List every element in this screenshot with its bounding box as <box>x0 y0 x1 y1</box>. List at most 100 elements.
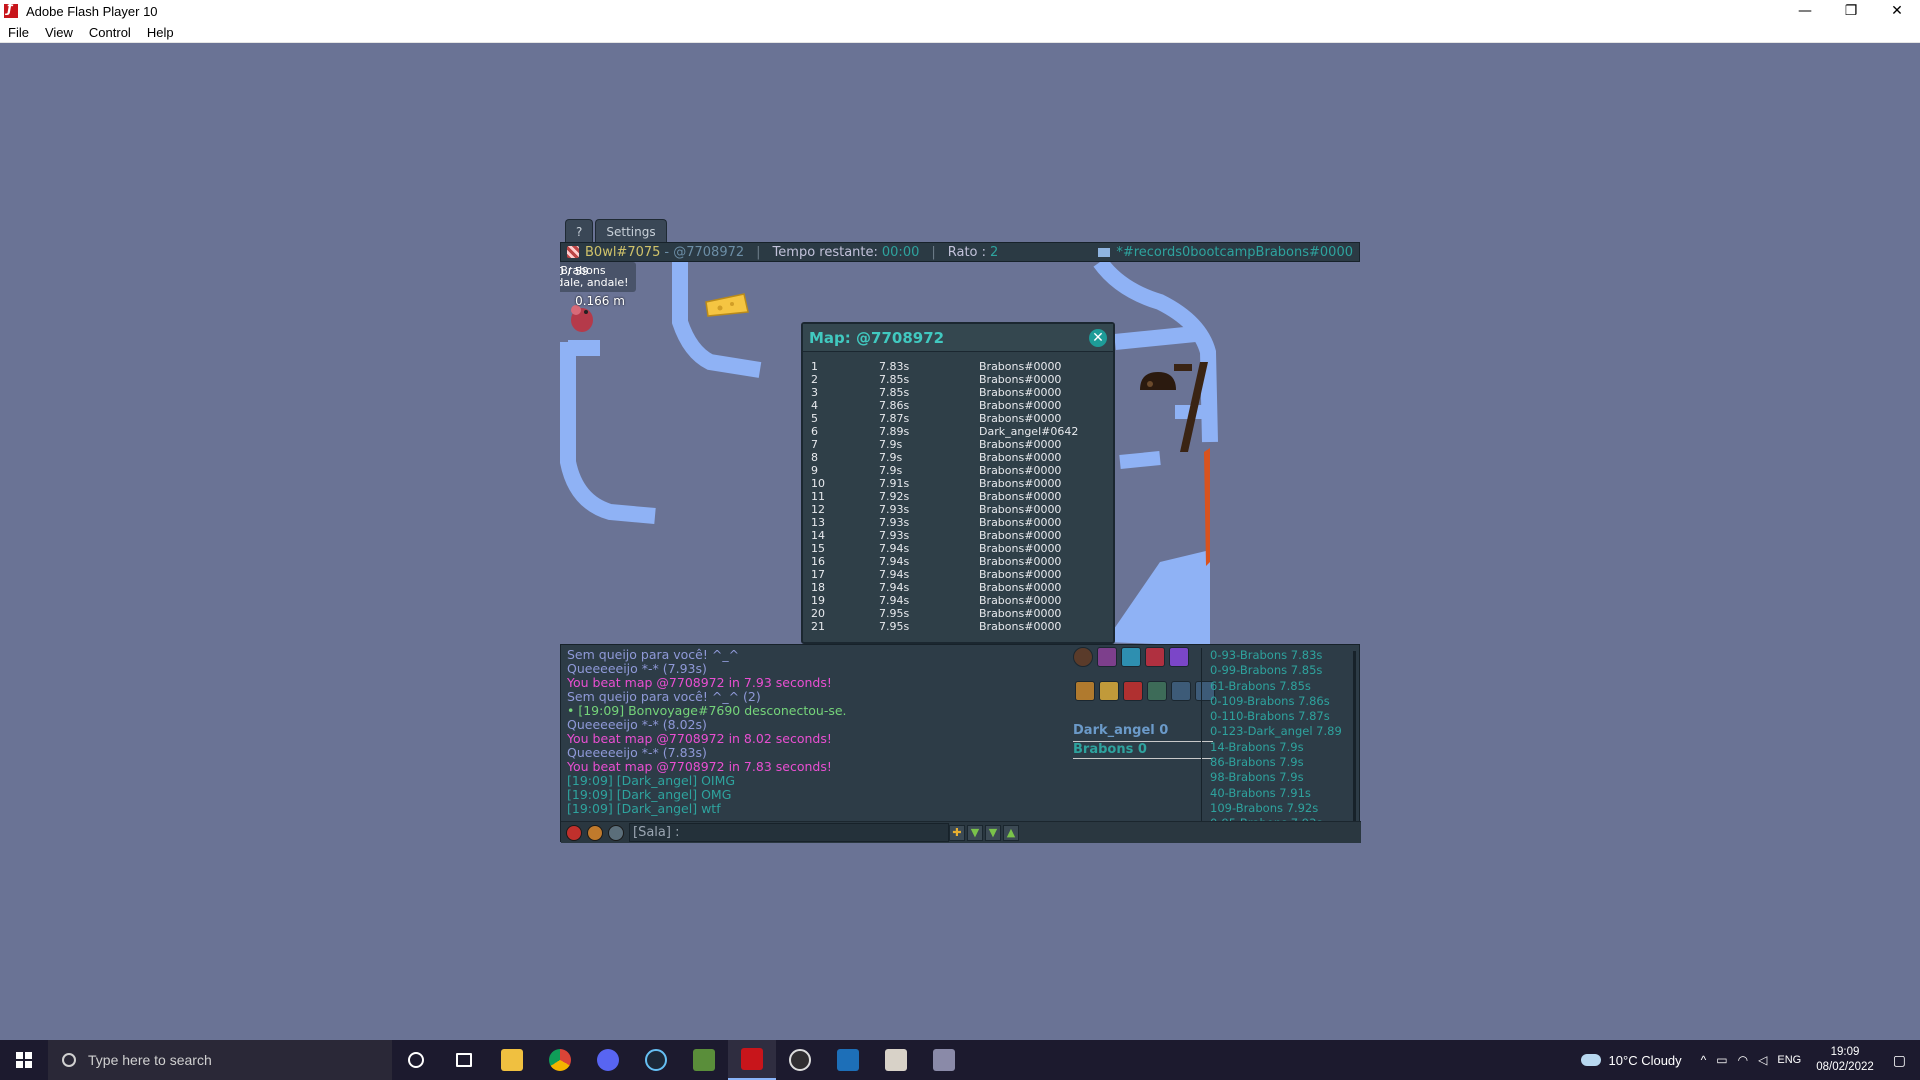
close-records-button[interactable]: ✕ <box>1089 329 1107 347</box>
vegas-button[interactable] <box>824 1040 872 1080</box>
language-indicator[interactable]: ENG <box>1777 1054 1801 1066</box>
game-app-icon <box>933 1049 955 1071</box>
window-title: Adobe Flash Player 10 <box>26 3 158 19</box>
task-view-button[interactable] <box>440 1040 488 1080</box>
notifications-icon[interactable]: ▢ <box>1893 1052 1906 1069</box>
rank-entry[interactable]: 0-110-Brabons 7.87s <box>1210 709 1351 724</box>
move-up-button[interactable]: ▲ <box>1003 825 1019 841</box>
rank-entry[interactable]: 0-123-Dark_angel 7.89 <box>1210 724 1351 739</box>
records-player: Brabons#0000 <box>979 594 1062 607</box>
records-row: 19 7.94s Brabons#0000 <box>811 594 1111 607</box>
rank-entry[interactable]: 86-Brabons 7.9s <box>1210 755 1351 770</box>
rank-entry[interactable]: 0-109-Brabons 7.86s <box>1210 694 1351 709</box>
taskbar-search[interactable]: Type here to search <box>48 1040 392 1080</box>
chat-message: Queeeeeijo *-* (7.83s) <box>567 745 707 760</box>
drop-icon[interactable] <box>1121 647 1141 667</box>
menu-help[interactable]: Help <box>139 25 182 40</box>
room-name[interactable]: *#records0bootcampBrabons#0000 <box>1098 245 1353 260</box>
records-time: 7.93s <box>879 529 910 542</box>
menu-view[interactable]: View <box>37 25 81 40</box>
menu-file[interactable]: File <box>0 25 37 40</box>
profile-icon[interactable] <box>1123 681 1143 701</box>
plus-button[interactable]: ✚ <box>949 825 965 841</box>
obs-button[interactable] <box>776 1040 824 1080</box>
records-player: Brabons#0000 <box>979 542 1062 555</box>
heart-icon[interactable] <box>1145 647 1165 667</box>
discord-icon[interactable] <box>1171 681 1191 701</box>
chat-icon[interactable] <box>1147 681 1167 701</box>
start-button[interactable] <box>0 1040 48 1080</box>
records-player: Brabons#0000 <box>979 451 1062 464</box>
time-value: 00:00 <box>881 244 920 260</box>
chat-message: You beat map @7708972 in 8.02 seconds! <box>567 731 832 746</box>
close-window-button[interactable]: ✕ <box>1874 0 1920 22</box>
app-button[interactable] <box>872 1040 920 1080</box>
records-time: 7.95s <box>879 607 910 620</box>
records-row: 11 7.92s Brabons#0000 <box>811 490 1111 503</box>
records-rank: 8 <box>811 451 818 464</box>
minecraft-icon <box>693 1049 715 1071</box>
records-player: Brabons#0000 <box>979 568 1062 581</box>
potion-icon[interactable] <box>1097 647 1117 667</box>
file-explorer-button[interactable] <box>488 1040 536 1080</box>
house-circle-icon[interactable] <box>608 824 624 841</box>
crystal-icon[interactable] <box>1169 647 1189 667</box>
clock[interactable]: 19:09 08/02/2022 <box>1816 1045 1874 1075</box>
cortana-button[interactable] <box>392 1040 440 1080</box>
records-row: 7 7.9s Brabons#0000 <box>811 438 1111 451</box>
restore-button[interactable]: ❐ <box>1828 0 1874 22</box>
heart-circle-icon[interactable] <box>566 824 582 841</box>
records-row: 6 7.89s Dark_angel#0642 <box>811 425 1111 438</box>
menu-control[interactable]: Control <box>81 25 139 40</box>
weather-widget[interactable]: 10°C Cloudy <box>1580 1053 1682 1068</box>
move-down-alt-button[interactable]: ▼ <box>985 825 1001 841</box>
chevron-up-icon[interactable]: ^ <box>1701 1053 1707 1067</box>
rank-entry[interactable]: 98-Brabons 7.9s <box>1210 770 1351 785</box>
scoreboard: Dark_angel 0 Brabons 0 <box>1073 723 1213 759</box>
minimize-button[interactable]: — <box>1782 0 1828 22</box>
records-rank: 17 <box>811 568 825 581</box>
records-player: Dark_angel#0642 <box>979 425 1079 438</box>
records-player: Brabons#0000 <box>979 555 1062 568</box>
help-tab[interactable]: ? <box>565 219 594 244</box>
rank-entry[interactable]: 40-Brabons 7.91s <box>1210 786 1351 801</box>
records-rank: 12 <box>811 503 825 516</box>
shield-circle-icon[interactable] <box>587 824 603 841</box>
rank-entry[interactable]: 0-93-Brabons 7.83s <box>1210 648 1351 663</box>
rank-entry[interactable]: 14-Brabons 7.9s <box>1210 740 1351 755</box>
records-rank: 7 <box>811 438 818 451</box>
flash-player-button[interactable] <box>728 1040 776 1080</box>
rank-entry[interactable]: 61-Brabons 7.85s <box>1210 679 1351 694</box>
records-rank: 11 <box>811 490 825 503</box>
records-time: 7.85s <box>879 386 910 399</box>
game-area: ? Settings B0wl#7075 - @7708972 | Tempo … <box>560 216 1361 843</box>
shop-icon[interactable] <box>1075 681 1095 701</box>
mouse-hole-icon <box>1140 372 1176 390</box>
network-icon[interactable]: ▭ <box>1716 1053 1727 1067</box>
steam-button[interactable] <box>632 1040 680 1080</box>
cheese-icon <box>705 293 749 317</box>
rats-label: Rato : <box>947 244 987 260</box>
records-row: 10 7.91s Brabons#0000 <box>811 477 1111 490</box>
minecraft-button[interactable] <box>680 1040 728 1080</box>
bottom-panel: Sem queijo para você! ^_^ Queeeeeijo *-* … <box>560 644 1361 843</box>
list-icon[interactable] <box>1099 681 1119 701</box>
discord-button[interactable] <box>584 1040 632 1080</box>
wifi-icon[interactable]: ◠ <box>1738 1053 1748 1067</box>
chrome-button[interactable] <box>536 1040 584 1080</box>
rank-scrollbar[interactable] <box>1353 651 1356 821</box>
records-player: Brabons#0000 <box>979 503 1062 516</box>
room-label: *#records0bootcampBrabons#0000 <box>1116 244 1353 260</box>
game-stage[interactable]: Brabons ¡Andale, andale! 60 / 59 0.166 m… <box>560 262 1360 646</box>
game-app-button[interactable] <box>920 1040 968 1080</box>
records-player: Brabons#0000 <box>979 438 1062 451</box>
move-down-button[interactable]: ▼ <box>967 825 983 841</box>
chat-input[interactable]: [Sala] : <box>629 823 949 842</box>
settings-tab[interactable]: Settings <box>595 219 667 244</box>
avatar-icon[interactable] <box>1073 647 1093 667</box>
records-player: Brabons#0000 <box>979 607 1062 620</box>
records-time: 7.94s <box>879 594 910 607</box>
rank-entry[interactable]: 109-Brabons 7.92s <box>1210 801 1351 816</box>
speaker-icon[interactable]: ◁ <box>1758 1053 1767 1067</box>
rank-entry[interactable]: 0-99-Brabons 7.85s <box>1210 663 1351 678</box>
